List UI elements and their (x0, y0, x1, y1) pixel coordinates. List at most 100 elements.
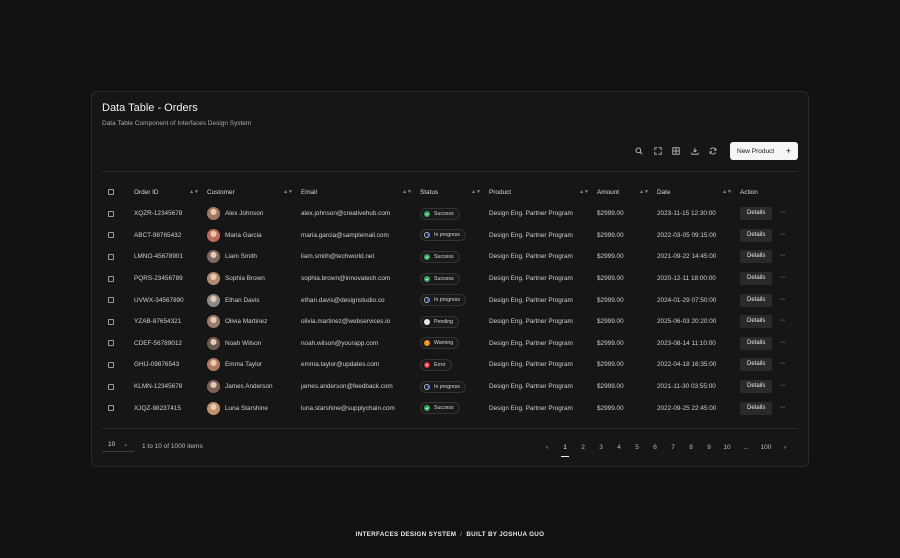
sort-icon: ▲▼ (579, 189, 589, 195)
page-8-button[interactable]: 8 (682, 442, 700, 454)
date-cell: 2023-11-15 12:30:00 (657, 210, 716, 218)
details-button[interactable]: Details (740, 250, 773, 264)
more-options-icon[interactable]: ··· (779, 360, 785, 367)
footer-brand: INTERFACES DESIGN SYSTEM (355, 531, 457, 538)
col-product[interactable]: Product ▲▼ (489, 181, 597, 203)
email-cell: ethan.davis@designstudio.co (301, 296, 385, 304)
row-checkbox[interactable] (108, 210, 114, 217)
more-options-icon[interactable]: ··· (779, 231, 785, 238)
status-icon (424, 253, 430, 260)
more-options-icon[interactable]: ··· (779, 339, 785, 346)
table-row[interactable]: UVWX-34567890 Ethan Davis ethan.davis@desi… (102, 289, 800, 311)
details-button[interactable]: Details (740, 315, 773, 329)
customer-name: Alex Johnson (225, 210, 264, 218)
status-badge: Success (420, 250, 460, 263)
status-badge: In progress (420, 380, 466, 393)
table-row[interactable]: XQZR-12345678 Alex Johnson alex.johnson@cr… (102, 203, 800, 225)
select-all-checkbox[interactable] (108, 189, 114, 195)
table-row[interactable]: PQRS-23456789 Sophia Brown sophia.brown@in… (102, 268, 800, 290)
page-9-button[interactable]: 9 (700, 442, 718, 454)
table-row[interactable]: ABCT-98765432 Maria Garcia maria.garcia@sa… (102, 225, 800, 247)
details-button[interactable]: Details (740, 401, 773, 415)
columns-button[interactable] (667, 142, 685, 160)
row-checkbox[interactable] (108, 340, 114, 347)
row-checkbox[interactable] (108, 383, 114, 390)
col-status[interactable]: Status ▲▼ (420, 181, 489, 203)
table-row[interactable]: YZAB-87654321 Olivia Martinez olivia.marti… (102, 311, 800, 333)
date-cell: 2025-06-03 20:20:00 (657, 318, 717, 326)
details-button[interactable]: Details (740, 272, 773, 286)
next-page-button[interactable]: › (776, 442, 794, 454)
row-checkbox[interactable] (108, 318, 114, 325)
order-id-cell: ABCT-98765432 (134, 231, 182, 239)
avatar (207, 293, 220, 307)
sort-icon: ▲▼ (639, 189, 649, 195)
fullscreen-button[interactable] (649, 142, 667, 160)
page-4-button[interactable]: 4 (610, 442, 628, 454)
status-badge: In progress (420, 229, 466, 242)
table-row[interactable]: CDEF-56789012 Noah Wilson noah.wilson@your… (102, 333, 800, 355)
customer-cell: Sophia Brown (207, 272, 301, 286)
new-product-label: New Product (737, 147, 775, 155)
details-button[interactable]: Details (740, 207, 773, 221)
more-options-icon[interactable]: ··· (779, 404, 785, 411)
table-body: XQZR-12345678 Alex Johnson alex.johnson@cr… (102, 203, 800, 419)
product-cell: Design Eng. Partner Program (489, 318, 573, 326)
table-row[interactable]: KLMN-12345678 James Anderson james.anderso… (102, 376, 800, 398)
col-email[interactable]: Email ▲▼ (301, 181, 420, 203)
status-label: Success (434, 253, 454, 260)
col-customer[interactable]: Customer ▲▼ (207, 181, 301, 203)
email-cell: sophia.brown@innovatech.com (301, 275, 391, 283)
more-options-icon[interactable]: ··· (779, 274, 785, 281)
more-options-icon[interactable]: ··· (779, 382, 785, 389)
page-10-button[interactable]: 10 (718, 442, 736, 454)
table-row[interactable]: GHIJ-09876543 Emma Taylor emma.taylor@upda… (102, 354, 800, 376)
row-checkbox[interactable] (108, 232, 114, 239)
more-options-icon[interactable]: ··· (779, 209, 785, 216)
table-row[interactable]: XJQZ-98237415 Luna Starshine luna.starshin… (102, 397, 800, 419)
download-button[interactable] (686, 142, 704, 160)
page-5-button[interactable]: 5 (628, 442, 646, 454)
row-checkbox[interactable] (108, 275, 114, 282)
footer-built: BUILT BY (466, 531, 498, 538)
search-button[interactable] (630, 142, 648, 160)
table-row[interactable]: LMNO-45678901 Liam Smith liam.smith@techwo… (102, 246, 800, 268)
row-checkbox[interactable] (108, 297, 114, 304)
details-button[interactable]: Details (740, 336, 773, 350)
page-title: Data Table - Orders (102, 102, 198, 114)
status-label: Pending (434, 318, 454, 325)
row-checkbox[interactable] (108, 253, 114, 260)
page-2-button[interactable]: 2 (574, 442, 592, 454)
prev-page-button[interactable]: ‹ (538, 442, 556, 454)
details-button[interactable]: Details (740, 293, 773, 307)
col-date[interactable]: Date ▲▼ (657, 181, 740, 203)
more-options-icon[interactable]: ··· (779, 252, 785, 259)
details-button[interactable]: Details (740, 380, 773, 394)
page-3-button[interactable]: 3 (592, 442, 610, 454)
order-id-cell: XJQZ-98237415 (134, 404, 181, 412)
customer-cell: Emma Taylor (207, 358, 301, 372)
row-checkbox[interactable] (108, 361, 114, 368)
sort-icon: ▲▼ (283, 189, 293, 195)
status-badge: Warning (420, 337, 460, 350)
status-icon (424, 361, 430, 368)
footer-divider (102, 428, 798, 429)
amount-cell: $2999.00 (597, 318, 624, 326)
page-6-button[interactable]: 6 (646, 442, 664, 454)
page-1-button[interactable]: 1 (556, 442, 574, 457)
details-button[interactable]: Details (740, 358, 773, 372)
per-page-select[interactable]: 10 ⌄ (102, 441, 134, 452)
email-cell: james.anderson@feedback.com (301, 383, 393, 391)
avatar (207, 336, 220, 350)
row-checkbox[interactable] (108, 405, 114, 412)
page-7-button[interactable]: 7 (664, 442, 682, 454)
more-options-icon[interactable]: ··· (779, 317, 785, 324)
col-order-id[interactable]: Order ID ▲▼ (134, 181, 207, 203)
details-button[interactable]: Details (740, 228, 773, 242)
col-amount[interactable]: Amount ▲▼ (597, 181, 657, 203)
new-product-button[interactable]: New Product + (730, 142, 798, 160)
sort-icon: ▲▼ (402, 189, 412, 195)
refresh-button[interactable] (704, 142, 722, 160)
more-options-icon[interactable]: ··· (779, 296, 785, 303)
page-100-button[interactable]: 100 (756, 442, 776, 454)
